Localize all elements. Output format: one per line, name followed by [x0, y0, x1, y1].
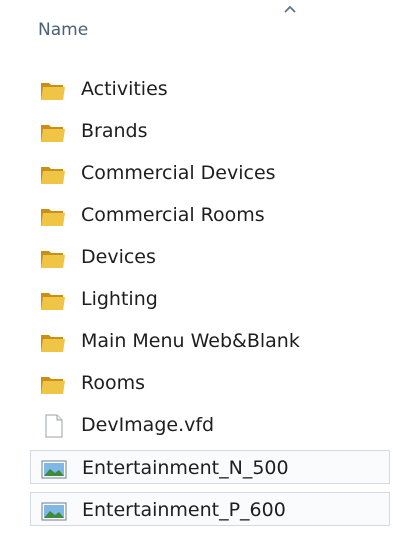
column-header[interactable]: Name	[0, 0, 393, 62]
image-file-icon	[41, 502, 67, 521]
list-item[interactable]: Lighting	[30, 282, 390, 316]
list-item[interactable]: Commercial Rooms	[30, 198, 390, 232]
item-label: Brands	[81, 120, 148, 142]
item-label: Lighting	[81, 288, 158, 310]
file-icon	[45, 414, 63, 438]
folder-icon	[41, 83, 65, 100]
list-item[interactable]: Activities	[30, 72, 390, 106]
list-item[interactable]: Rooms	[30, 366, 390, 400]
folder-icon	[41, 335, 65, 352]
item-label: Entertainment_N_500	[82, 457, 289, 479]
image-file-icon	[41, 460, 67, 479]
item-label: Devices	[81, 246, 156, 268]
list-item[interactable]: Entertainment_N_500	[30, 450, 390, 484]
list-item[interactable]: Main Menu Web&Blank	[30, 324, 390, 358]
name-column-label[interactable]: Name	[38, 20, 88, 40]
folder-icon	[41, 167, 65, 184]
item-label: Main Menu Web&Blank	[81, 330, 300, 352]
item-label: Commercial Devices	[81, 162, 276, 184]
item-label: Commercial Rooms	[81, 204, 265, 226]
list-item[interactable]: DevImage.vfd	[30, 408, 390, 442]
item-label: Entertainment_P_600	[82, 499, 286, 521]
folder-icon	[41, 377, 65, 394]
item-label: DevImage.vfd	[81, 414, 215, 436]
list-item[interactable]: Brands	[30, 114, 390, 148]
folder-icon	[41, 251, 65, 268]
folder-icon	[41, 125, 65, 142]
folder-icon	[41, 209, 65, 226]
sort-ascending-icon	[284, 5, 296, 13]
list-item[interactable]: Entertainment_P_600	[30, 492, 390, 526]
folder-icon	[41, 293, 65, 310]
list-item[interactable]: Commercial Devices	[30, 156, 390, 190]
item-label: Rooms	[81, 372, 146, 394]
list-item[interactable]: Devices	[30, 240, 390, 274]
item-label: Activities	[81, 78, 168, 100]
